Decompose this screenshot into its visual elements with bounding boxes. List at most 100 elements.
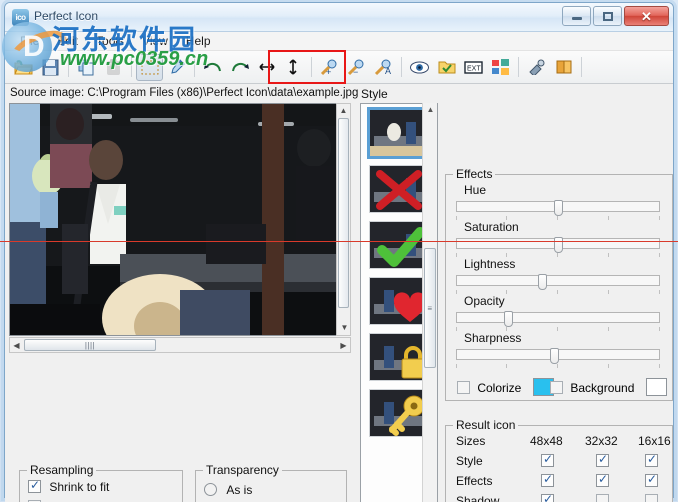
result-icon-group: Result icon Sizes 48x48 32x32 16x16 Styl… xyxy=(445,418,673,502)
select-region-icon[interactable] xyxy=(136,53,163,81)
style-list-item-red-cross[interactable] xyxy=(369,165,429,213)
background-checkbox[interactable] xyxy=(550,381,563,394)
windows-icon[interactable] xyxy=(487,54,514,81)
lightness-slider[interactable] xyxy=(456,274,660,290)
hue-slider[interactable] xyxy=(456,200,660,216)
opacity-slider-thumb[interactable] xyxy=(504,311,513,327)
ext-icon[interactable]: EXT xyxy=(460,54,487,81)
toolbar-separator-3 xyxy=(194,57,195,77)
zoom-out-icon[interactable]: − xyxy=(343,54,370,81)
preview-icon[interactable] xyxy=(406,54,433,81)
preview-vertical-scrollbar[interactable]: ▲ ▼ xyxy=(336,103,351,336)
menu-item-edit[interactable]: Edit xyxy=(48,33,87,49)
vertical-scroll-thumb[interactable] xyxy=(338,118,349,308)
sharpness-slider[interactable] xyxy=(456,348,660,364)
as-is-row[interactable]: As is xyxy=(204,483,252,497)
title-bar: ico Perfect Icon ✕ xyxy=(5,3,673,32)
close-button[interactable]: ✕ xyxy=(624,6,669,26)
toolbar-separator-2 xyxy=(131,57,132,77)
style-list-item-green-check[interactable] xyxy=(369,221,429,269)
image-preview[interactable] xyxy=(9,103,349,336)
toolbar-separator-6 xyxy=(518,57,519,77)
menu-item-file[interactable]: File xyxy=(11,33,48,49)
options-icon[interactable] xyxy=(523,54,550,81)
scroll-left-arrow[interactable]: ◀ xyxy=(10,339,23,352)
hue-slider-thumb[interactable] xyxy=(554,200,563,216)
menu-bar: File Edit Tools View Help xyxy=(5,32,673,51)
style-list-item-stamp[interactable] xyxy=(367,107,431,159)
scroll-down-arrow[interactable]: ▼ xyxy=(338,321,351,334)
result-icon-title: Result icon xyxy=(453,418,519,432)
background-label: Background xyxy=(570,381,635,395)
menu-item-help[interactable]: Help xyxy=(177,33,220,49)
toolbar-separator-5 xyxy=(401,57,402,77)
scroll-right-arrow[interactable]: ▶ xyxy=(337,339,350,352)
colorize-label: Colorize xyxy=(477,381,522,395)
help-book-icon[interactable] xyxy=(550,54,577,81)
hue-label: Hue xyxy=(464,183,487,197)
style-list-scrollbar[interactable]: ▲ ≡ ▼ xyxy=(422,103,437,502)
menu-item-tools[interactable]: Tools xyxy=(87,33,133,49)
menu-item-view[interactable]: View xyxy=(133,33,177,49)
resampling-title: Resampling xyxy=(27,463,97,477)
effects-32-checkbox[interactable] xyxy=(596,472,609,487)
toolbar-separator-4 xyxy=(311,57,312,77)
flip-vertical-icon[interactable] xyxy=(280,54,307,81)
flip-horizontal-icon[interactable] xyxy=(253,54,280,81)
toolbar-separator-1 xyxy=(68,57,69,77)
shadow-row-label: Shadow xyxy=(456,494,500,502)
effects-16-checkbox[interactable] xyxy=(645,472,658,487)
application-window: ico Perfect Icon ✕ File Edit Tools View … xyxy=(4,2,674,502)
style-list-item-heart[interactable] xyxy=(369,277,429,325)
paste-icon[interactable] xyxy=(100,54,127,81)
copy-icon[interactable] xyxy=(73,54,100,81)
saturation-slider-thumb[interactable] xyxy=(554,237,563,253)
shadow-48-checkbox[interactable] xyxy=(541,492,554,502)
saturation-slider[interactable] xyxy=(456,237,660,253)
minimize-button[interactable] xyxy=(562,6,591,26)
background-color-swatch[interactable] xyxy=(645,378,667,396)
style-scroll-thumb[interactable]: ≡ xyxy=(424,248,436,368)
style-list-item-key[interactable] xyxy=(369,389,429,437)
style-thumb-grip: ≡ xyxy=(427,303,433,313)
shadow-32-checkbox[interactable] xyxy=(596,494,609,502)
scroll-thumb-grip: |||| xyxy=(84,340,96,350)
style-16-checkbox[interactable] xyxy=(645,452,658,467)
effects-48-checkbox[interactable] xyxy=(541,472,554,487)
toolbar-separator-7 xyxy=(581,57,582,77)
open-icon[interactable] xyxy=(10,54,37,81)
opacity-slider[interactable] xyxy=(456,311,660,327)
rotate-left-icon[interactable] xyxy=(199,54,226,81)
preview-horizontal-scrollbar[interactable]: ◀ |||| ▶ xyxy=(9,337,351,353)
style-48-checkbox[interactable] xyxy=(541,452,554,467)
as-is-radio[interactable] xyxy=(204,483,217,496)
eyedropper-icon[interactable] xyxy=(163,54,190,81)
effects-group: Effects Hue Saturation Lightness Opacity… xyxy=(445,167,673,401)
folder-icon[interactable] xyxy=(433,54,460,81)
screenshot-root: ico Perfect Icon ✕ File Edit Tools View … xyxy=(0,0,678,502)
save-icon[interactable] xyxy=(37,54,64,81)
colorize-row: Colorize xyxy=(457,378,554,396)
horizontal-scroll-thumb[interactable]: |||| xyxy=(24,339,156,351)
lightness-slider-thumb[interactable] xyxy=(538,274,547,290)
colorize-checkbox[interactable] xyxy=(457,381,470,394)
size-32-header: 32x32 xyxy=(585,434,618,448)
style-list-item-padlock[interactable] xyxy=(369,333,429,381)
shrink-to-fit-row[interactable]: Shrink to fit xyxy=(28,478,109,494)
shrink-to-fit-checkbox[interactable] xyxy=(28,478,41,493)
client-area: Source image: C:\Program Files (x86)\Per… xyxy=(5,84,673,502)
style-scroll-up-arrow[interactable]: ▲ xyxy=(423,105,438,114)
close-icon: ✕ xyxy=(641,8,652,24)
scroll-up-arrow[interactable]: ▲ xyxy=(337,104,350,117)
style-32-checkbox[interactable] xyxy=(596,452,609,467)
effects-title: Effects xyxy=(453,167,496,181)
opacity-label: Opacity xyxy=(464,294,505,308)
maximize-button[interactable] xyxy=(593,6,622,26)
svg-text:EXT: EXT xyxy=(467,66,481,73)
rotate-right-icon[interactable] xyxy=(226,54,253,81)
zoom-actual-icon[interactable]: A xyxy=(370,54,397,81)
sharpness-slider-thumb[interactable] xyxy=(550,348,559,364)
shadow-16-checkbox[interactable] xyxy=(645,494,658,502)
as-is-label: As is xyxy=(226,483,253,497)
zoom-in-icon[interactable]: + xyxy=(316,54,343,81)
